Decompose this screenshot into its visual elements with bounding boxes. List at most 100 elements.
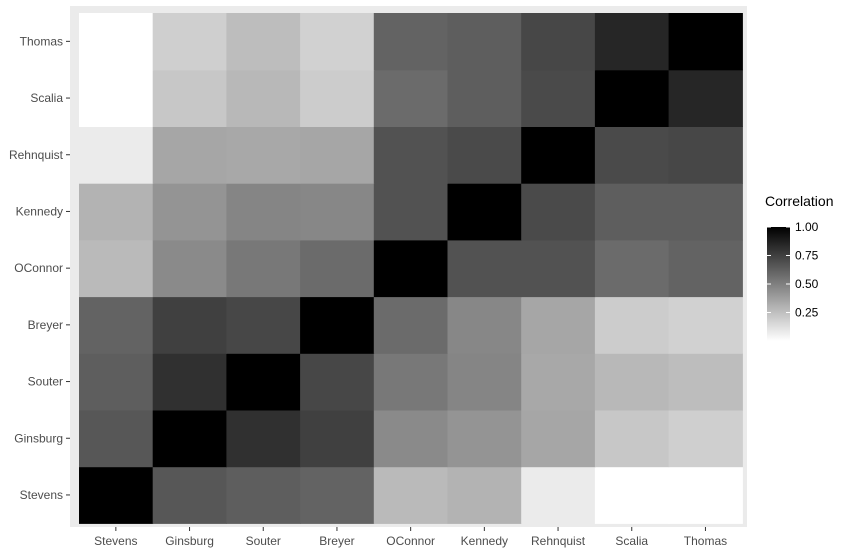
- heatmap-cell-scalia-ginsburg: [594, 409, 670, 468]
- heatmap-cell-scalia-kennedy: [594, 183, 670, 241]
- legend-title: Correlation: [765, 193, 833, 209]
- legend: Correlation 1.00 0.75 0.50 0.25: [765, 193, 833, 341]
- heatmap-cell-kennedy-kennedy: [447, 183, 522, 241]
- x-tick-label-stevens: Stevens: [94, 534, 137, 548]
- heatmap-cell-oconnor-kennedy: [373, 183, 449, 241]
- heatmap-cell-breyer-stevens: [300, 466, 375, 524]
- y-tick-label-stevens: Stevens: [20, 488, 63, 502]
- heatmap-cell-ginsburg-souter: [152, 353, 227, 411]
- heatmap-cell-stevens-breyer: [79, 296, 154, 354]
- heatmap-cell-breyer-oconnor: [300, 239, 375, 298]
- y-axis: Stevens Ginsburg Souter Breyer OConnor Kenned…: [9, 34, 70, 502]
- legend-tick-label: 0.50: [795, 277, 819, 291]
- heatmap-cell-kennedy-souter: [447, 353, 522, 411]
- y-tick-label-breyer: Breyer: [28, 318, 63, 332]
- heatmap-cell-scalia-scalia: [594, 69, 670, 127]
- heatmap-cell-ginsburg-kennedy: [152, 183, 227, 241]
- heatmap-cell-thomas-scalia: [668, 69, 743, 127]
- heatmap-cell-souter-rehnquist: [226, 126, 301, 184]
- heatmap-cell-souter-souter: [226, 353, 301, 411]
- heatmap-cell-kennedy-stevens: [447, 466, 522, 524]
- heatmap-cell-ginsburg-scalia: [152, 69, 227, 127]
- y-tick-label-rehnquist: Rehnquist: [9, 148, 64, 162]
- heatmap-cell-rehnquist-oconnor: [521, 239, 596, 298]
- heatmap-cell-ginsburg-oconnor: [152, 239, 227, 298]
- x-tick-label-kennedy: Kennedy: [461, 534, 508, 548]
- heatmap-cell-rehnquist-souter: [521, 353, 596, 411]
- y-tick-label-oconnor: OConnor: [14, 261, 63, 275]
- heatmap-cell-breyer-ginsburg: [300, 409, 375, 468]
- heatmap-cell-oconnor-souter: [373, 353, 449, 411]
- heatmap-cell-scalia-oconnor: [594, 239, 670, 298]
- heatmap-cell-oconnor-rehnquist: [373, 126, 449, 184]
- heatmap-cell-breyer-souter: [300, 353, 375, 411]
- heatmap-cell-thomas-oconnor: [668, 239, 743, 298]
- heatmap-cell-thomas-breyer: [668, 296, 743, 354]
- heatmap-cell-scalia-rehnquist: [594, 126, 670, 184]
- heatmap-cell-stevens-kennedy: [79, 183, 154, 241]
- heatmap-cell-thomas-rehnquist: [668, 126, 743, 184]
- x-tick-label-rehnquist: Rehnquist: [531, 534, 586, 548]
- x-axis: Stevens Ginsburg Souter Breyer OConnor Kenned…: [94, 527, 727, 548]
- heatmap-cell-souter-thomas: [226, 13, 301, 71]
- heatmap-cell-stevens-oconnor: [79, 239, 154, 298]
- legend-tick-label: 0.25: [795, 306, 819, 320]
- heatmap-cell-kennedy-oconnor: [447, 239, 522, 298]
- heatmap-cell-thomas-ginsburg: [668, 409, 743, 468]
- heatmap-cell-kennedy-rehnquist: [447, 126, 522, 184]
- heatmap-cell-stevens-rehnquist: [79, 126, 154, 184]
- heatmap-cell-thomas-stevens: [668, 466, 743, 524]
- heatmap-cell-souter-breyer: [226, 296, 301, 354]
- x-tick-label-thomas: Thomas: [684, 534, 727, 548]
- heatmap-cell-thomas-kennedy: [668, 183, 743, 241]
- heatmap-cell-stevens-stevens: [79, 466, 154, 524]
- heatmap-cell-stevens-thomas: [79, 13, 154, 71]
- heatmap-cell-breyer-scalia: [300, 69, 375, 127]
- heatmap-cell-breyer-thomas: [300, 13, 375, 71]
- heatmap-cell-oconnor-stevens: [373, 466, 449, 524]
- heatmap-cell-breyer-kennedy: [300, 183, 375, 241]
- heatmap-cell-rehnquist-rehnquist: [521, 126, 596, 184]
- heatmap-cell-thomas-souter: [668, 353, 743, 411]
- heatmap-cell-souter-oconnor: [226, 239, 301, 298]
- legend-tick-label: 1.00: [795, 220, 819, 234]
- x-tick-label-scalia: Scalia: [615, 534, 648, 548]
- heatmap-cell-souter-stevens: [226, 466, 301, 524]
- heatmap-cell-oconnor-ginsburg: [373, 409, 449, 468]
- heatmap-cell-rehnquist-breyer: [521, 296, 596, 354]
- heatmap-cell-oconnor-thomas: [373, 13, 449, 71]
- y-tick-label-scalia: Scalia: [30, 91, 63, 105]
- heatmap-cell-ginsburg-rehnquist: [152, 126, 227, 184]
- heatmap-cell-stevens-souter: [79, 353, 154, 411]
- heatmap-cell-breyer-rehnquist: [300, 126, 375, 184]
- heatmap-cell-scalia-stevens: [594, 466, 670, 524]
- y-tick-label-thomas: Thomas: [20, 34, 63, 48]
- x-tick-label-oconnor: OConnor: [386, 534, 435, 548]
- heatmap-chart: Stevens Ginsburg Souter Breyer OConnor Kenned…: [9, 6, 833, 548]
- heatmap-cell-ginsburg-thomas: [152, 13, 227, 71]
- heatmap-cell-breyer-breyer: [300, 296, 375, 354]
- heatmap-cell-souter-scalia: [226, 69, 301, 127]
- x-tick-label-souter: Souter: [246, 534, 281, 548]
- heatmap-cell-oconnor-oconnor: [373, 239, 449, 298]
- heatmap-cell-souter-ginsburg: [226, 409, 301, 468]
- heatmap-cell-kennedy-breyer: [447, 296, 522, 354]
- legend-tick-label: 0.75: [795, 249, 819, 263]
- heatmap-cell-scalia-souter: [594, 353, 670, 411]
- heatmap-cell-rehnquist-thomas: [521, 13, 596, 71]
- heatmap-cell-ginsburg-stevens: [152, 466, 227, 524]
- x-tick-label-ginsburg: Ginsburg: [165, 534, 214, 548]
- heatmap-cell-rehnquist-stevens: [521, 466, 596, 524]
- heatmap-cell-rehnquist-scalia: [521, 69, 596, 127]
- heatmap-cell-stevens-scalia: [79, 69, 154, 127]
- y-tick-label-ginsburg: Ginsburg: [14, 431, 63, 445]
- heatmap-cell-rehnquist-ginsburg: [521, 409, 596, 468]
- heatmap-cell-ginsburg-breyer: [152, 296, 227, 354]
- heatmap-cell-kennedy-scalia: [447, 69, 522, 127]
- heatmap-cells: [79, 13, 743, 524]
- heatmap-cell-kennedy-ginsburg: [447, 409, 522, 468]
- heatmap-cell-ginsburg-ginsburg: [152, 409, 227, 468]
- x-tick-label-breyer: Breyer: [319, 534, 354, 548]
- heatmap-cell-stevens-ginsburg: [79, 409, 154, 468]
- heatmap-cell-oconnor-scalia: [373, 69, 449, 127]
